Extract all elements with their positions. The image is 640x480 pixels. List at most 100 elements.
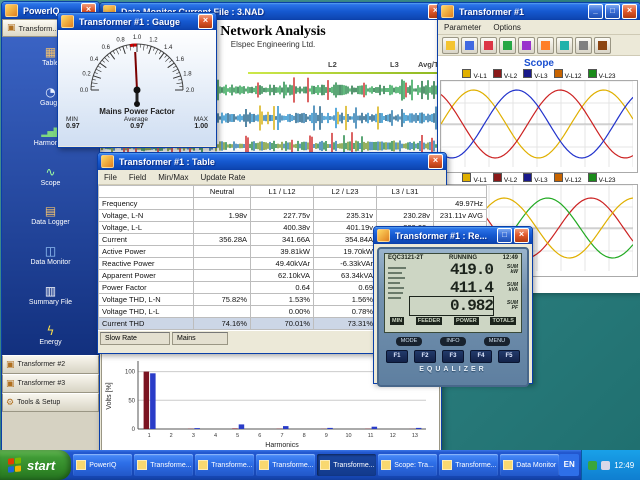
tray-icon-1[interactable] (588, 461, 597, 470)
taskbar-button-6[interactable]: Scope: Tra... (378, 454, 437, 476)
table-cell: 227.75v (251, 210, 314, 222)
maximize-icon[interactable]: □ (497, 228, 512, 243)
svg-text:1.4: 1.4 (164, 45, 173, 51)
scope-toolbar-icon-2[interactable] (461, 37, 478, 54)
harmonic-bar (150, 373, 156, 429)
menu-options[interactable]: Options (493, 23, 521, 32)
scope-toolbar-icon-8[interactable] (575, 37, 592, 54)
scope-toolbar-icon-9[interactable] (594, 37, 611, 54)
scope-toolbar-icon-1[interactable] (442, 37, 459, 54)
maximize-icon[interactable]: □ (605, 4, 620, 19)
meter-bezel: EQC3121-2T RUNNING 12:49 419.0SUMkW411.4… (377, 247, 529, 387)
lcd-unit: kVA (509, 288, 518, 294)
scope-icon: ∿ (45, 166, 55, 179)
harmonic-bar (194, 428, 200, 429)
transformer-2-button[interactable]: ▣Transformer #2 (2, 355, 99, 374)
tray-clock[interactable]: 12:49 (614, 461, 634, 470)
close-icon[interactable]: × (198, 14, 213, 29)
f3-key[interactable]: F3 (442, 350, 464, 363)
menu-min-max[interactable]: Min/Max (158, 173, 188, 182)
svg-text:1: 1 (148, 433, 151, 439)
taskbar-button-icon (381, 460, 391, 470)
svg-text:2: 2 (170, 433, 173, 439)
tools-setup-icon: ⚙ (6, 398, 14, 408)
taskbar-button-2[interactable]: Transforme... (134, 454, 193, 476)
sidebar-item-data-logger[interactable]: ▤Data Logger (2, 205, 99, 226)
gauge-titlebar[interactable]: Transformer #1 : Gauge × (58, 13, 216, 30)
sidebar-item-summary-file[interactable]: ▥Summary File (2, 285, 99, 306)
table-cell: -6.33kVAr (314, 258, 377, 270)
menu-button[interactable]: MENU (484, 337, 510, 346)
scope-toolbar-icon-7[interactable] (556, 37, 573, 54)
svg-text:1.8: 1.8 (183, 72, 192, 78)
tools-setup-button[interactable]: ⚙Tools & Setup (2, 393, 99, 412)
taskbar-button-1[interactable]: PowerIQ (73, 454, 132, 476)
f4-key[interactable]: F4 (470, 350, 492, 363)
scope-toolbar-icon-5[interactable] (518, 37, 535, 54)
table-row[interactable]: Frequency49.97Hz (99, 198, 487, 210)
taskbar-button-4[interactable]: Transforme... (256, 454, 315, 476)
close-icon[interactable]: × (514, 228, 529, 243)
close-icon[interactable]: × (428, 154, 443, 169)
transformer-3-button[interactable]: ▣Transformer #3 (2, 374, 99, 393)
window-icon (101, 155, 114, 168)
sidebar-item-label: Scope (41, 180, 61, 187)
close-icon[interactable]: × (622, 4, 637, 19)
table-row-label: Voltage, L-N (99, 210, 194, 222)
language-indicator[interactable]: EN (559, 454, 579, 476)
table-cell (194, 246, 251, 258)
table-row[interactable]: Voltage, L-N1.98v227.75v235.31v230.28v23… (99, 210, 487, 222)
svg-text:1.0: 1.0 (133, 35, 142, 41)
svg-text:0.2: 0.2 (82, 72, 91, 78)
sidebar-item-data-monitor[interactable]: ◫Data Monitor (2, 245, 99, 266)
table-cell: 49.97Hz (434, 198, 487, 210)
taskbar-button-label: Scope: Tra... (394, 462, 434, 469)
f5-key[interactable]: F5 (498, 350, 520, 363)
voltage-waveform-chart (440, 80, 638, 173)
sidebar-item-energy[interactable]: ϟEnergy (2, 325, 99, 346)
remote-titlebar[interactable]: Transformer #1 : Re... □ × (374, 227, 532, 244)
tray-icon-2[interactable] (601, 461, 610, 470)
menu-field[interactable]: Field (129, 173, 146, 182)
scope-toolbar-icon-6[interactable] (537, 37, 554, 54)
menu-file[interactable]: File (104, 173, 117, 182)
f2-key[interactable]: F2 (414, 350, 436, 363)
scope-titlebar[interactable]: Transformer #1 _ □ × (438, 3, 640, 20)
lcd-footer-menu: MINFEEDERPOWERTOTALS (388, 315, 518, 325)
scope-toolbar-icon-3[interactable] (480, 37, 497, 54)
minimize-icon[interactable]: _ (588, 4, 603, 19)
table-row-label: Power Factor (99, 282, 194, 294)
taskbar-button-7[interactable]: Transforme... (439, 454, 498, 476)
harmonic-bar (372, 427, 378, 429)
update-rate-status: Slow Rate (100, 332, 170, 345)
f1-key[interactable]: F1 (386, 350, 408, 363)
mode-button[interactable]: MODE (396, 337, 422, 346)
menu-parameter[interactable]: Parameter (444, 23, 481, 32)
legend-entry: V-L3 (523, 173, 547, 184)
taskbar-button-3[interactable]: Transforme... (195, 454, 254, 476)
table-cell: 231.11v AVG (434, 210, 487, 222)
sidebar-item-scope[interactable]: ∿Scope (2, 166, 99, 187)
window-icon (377, 229, 390, 242)
svg-text:8: 8 (303, 433, 306, 439)
table-titlebar[interactable]: Transformer #1 : Table × (98, 153, 446, 170)
info-button[interactable]: INFO (440, 337, 466, 346)
legend-entry: V-L2 (493, 173, 517, 184)
taskbar-button-5[interactable]: Transforme... (317, 454, 376, 476)
legend-entry: V-L1 (462, 69, 486, 80)
start-button[interactable]: start (0, 450, 71, 480)
table-cell: 356.28A (194, 234, 251, 246)
table-cell (251, 198, 314, 210)
taskbar-button-8[interactable]: Data Monitor (500, 454, 559, 476)
header-underline (248, 72, 440, 74)
svg-text:1.2: 1.2 (149, 38, 158, 44)
harmonic-bar (232, 428, 238, 429)
table-cell (194, 282, 251, 294)
table-cell: 1.56% (314, 294, 377, 306)
scope-toolbar-icon-4[interactable] (499, 37, 516, 54)
legend-entry: V-L12 (554, 69, 582, 80)
transformer-icon: ▣ (7, 23, 16, 33)
lcd-reading: 0.982SUMPF (410, 297, 518, 315)
menu-update-rate[interactable]: Update Rate (200, 173, 245, 182)
svg-text:3: 3 (192, 433, 195, 439)
